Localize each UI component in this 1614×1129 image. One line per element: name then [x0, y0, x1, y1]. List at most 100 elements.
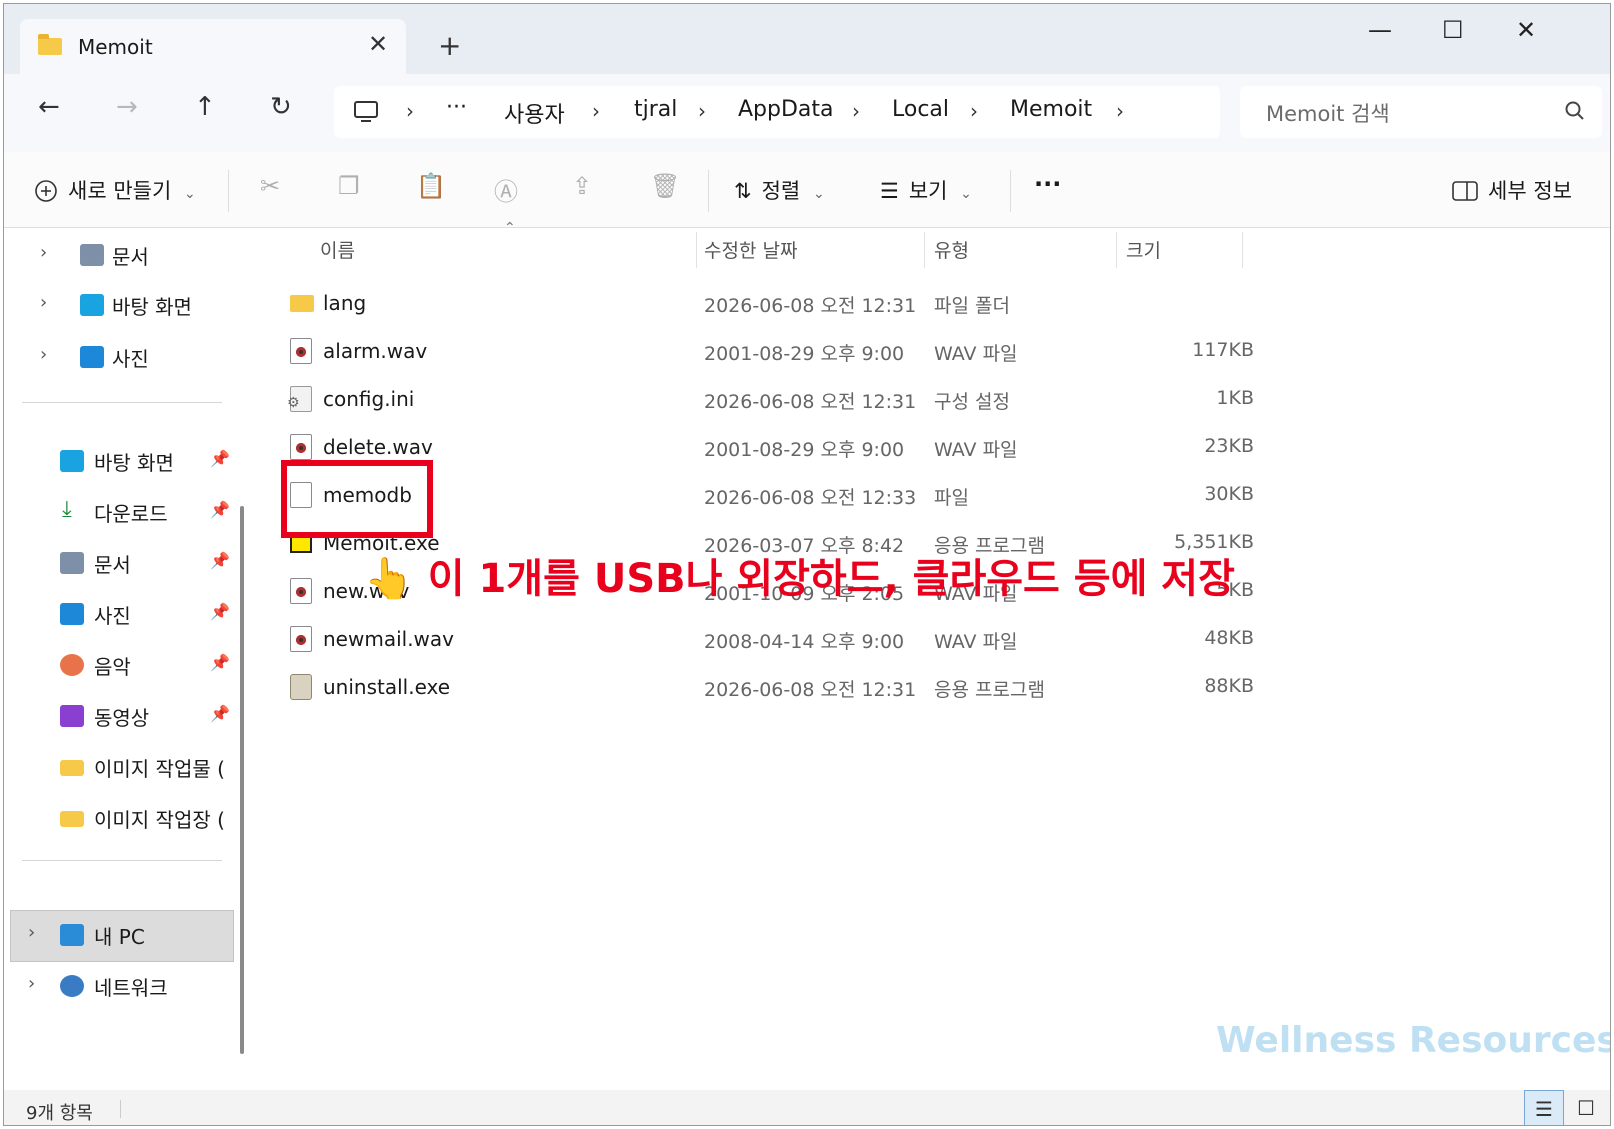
column-header-size[interactable]: 크기: [1126, 236, 1161, 263]
breadcrumb-ellipsis[interactable]: ···: [446, 95, 467, 120]
breadcrumb-appdata[interactable]: AppData: [738, 97, 834, 122]
sidebar-item-label: 이미지 작업장 (: [94, 808, 225, 832]
sidebar-item-music[interactable]: 음악 📌: [60, 646, 240, 686]
sidebar-item-pictures[interactable]: 사진 📌: [60, 595, 240, 635]
chevron-right-icon: ›: [28, 973, 36, 994]
sidebar-item-image-work-2[interactable]: 이미지 작업장 (: [60, 799, 230, 839]
file-name: delete.wav: [323, 435, 433, 459]
toolbar-divider: [1010, 170, 1011, 212]
command-bar: 새로 만들기 ⌄ ✂ ❐ 📋 Ⓐ ⇪ 🗑 ⇅ 정렬 ⌄ ☰ 보기 ⌄ ··· 세부 …: [4, 152, 1610, 228]
up-button[interactable]: ↑: [194, 92, 216, 122]
breadcrumb-user[interactable]: tjral: [634, 97, 677, 122]
chevron-down-icon: ⌄: [812, 186, 825, 202]
sidebar-item-this-pc[interactable]: › 내 PC: [28, 916, 228, 956]
search-box[interactable]: Memoit 검색: [1240, 86, 1602, 138]
pin-icon[interactable]: 📌: [210, 602, 230, 621]
file-name: lang: [323, 291, 367, 315]
sidebar-scrollbar[interactable]: [240, 506, 244, 1054]
tab-title: Memoit: [78, 35, 153, 59]
details-button[interactable]: 세부 정보: [1452, 175, 1572, 205]
column-header-date[interactable]: 수정한 날짜: [704, 236, 797, 263]
column-divider[interactable]: [1242, 232, 1243, 268]
file-row-lang[interactable]: lang 2026-06-08 오전 12:31 파일 폴더: [286, 282, 1286, 326]
details-pane-icon: [1452, 181, 1478, 201]
sidebar-item-network[interactable]: › 네트워크: [28, 967, 228, 1007]
network-icon: [60, 975, 84, 997]
breadcrumb-local[interactable]: Local: [892, 97, 949, 122]
sort-button-label: 정렬: [761, 179, 801, 203]
installer-icon: [290, 674, 312, 700]
tiles-view-icon: ☐: [1577, 1096, 1595, 1120]
pin-icon[interactable]: 📌: [210, 500, 230, 519]
paste-icon[interactable]: 📋: [416, 172, 446, 200]
file-row-memodb[interactable]: memodb 2026-06-08 오전 12:33 파일 30KB: [286, 474, 1286, 518]
new-tab-button[interactable]: +: [438, 29, 461, 62]
sort-button[interactable]: ⇅ 정렬 ⌄: [734, 175, 825, 205]
file-row-config-ini[interactable]: config.ini 2026-06-08 오전 12:31 구성 설정 1KB: [286, 378, 1286, 422]
cut-icon[interactable]: ✂: [260, 172, 280, 200]
chevron-right-icon: ›: [970, 99, 978, 123]
sidebar-item-pictures-top[interactable]: › 사진: [40, 338, 240, 378]
sidebar-item-desktop[interactable]: 바탕 화면 📌: [60, 442, 240, 482]
column-divider[interactable]: [924, 232, 925, 268]
sidebar-item-label: 내 PC: [94, 925, 145, 949]
sidebar-item-videos[interactable]: 동영상 📌: [60, 697, 240, 737]
breadcrumb-users[interactable]: 사용자: [504, 97, 565, 129]
view-button[interactable]: ☰ 보기 ⌄: [880, 175, 972, 205]
column-divider[interactable]: [696, 232, 697, 268]
sidebar-item-label: 음악: [94, 655, 131, 679]
column-header-name[interactable]: 이름: [320, 236, 355, 263]
share-icon[interactable]: ⇪: [572, 172, 592, 200]
rename-icon[interactable]: Ⓐ: [494, 172, 518, 207]
sidebar-item-image-work-1[interactable]: 이미지 작업물 (: [60, 748, 230, 788]
search-icon: [1565, 101, 1584, 120]
new-button[interactable]: 새로 만들기 ⌄: [34, 175, 196, 205]
chevron-right-icon: ›: [698, 99, 706, 123]
details-view-button[interactable]: ☰: [1524, 1090, 1564, 1125]
sidebar-item-desktop-top[interactable]: › 바탕 화면: [40, 286, 240, 326]
pin-icon[interactable]: 📌: [210, 653, 230, 672]
file-name: alarm.wav: [323, 339, 428, 363]
file-row-delete-wav[interactable]: delete.wav 2001-08-29 오후 9:00 WAV 파일 23K…: [286, 426, 1286, 470]
breadcrumb-memoit[interactable]: Memoit: [1010, 97, 1092, 122]
chevron-right-icon[interactable]: ›: [1116, 99, 1124, 123]
computer-icon: [354, 101, 378, 122]
column-header-type[interactable]: 유형: [934, 236, 969, 263]
pin-icon[interactable]: 📌: [210, 551, 230, 570]
maximize-button[interactable]: ☐: [1442, 16, 1464, 44]
annotation-text: 이 1개를 USB나 외장하드, 클라우드 등에 저장: [427, 556, 1235, 602]
pin-icon[interactable]: 📌: [210, 704, 230, 723]
tab-memoit[interactable]: Memoit ✕: [20, 19, 406, 75]
file-row-alarm-wav[interactable]: alarm.wav 2001-08-29 오후 9:00 WAV 파일 117K…: [286, 330, 1286, 374]
chevron-down-icon: ⌄: [183, 186, 196, 202]
sidebar-item-label: 네트워크: [94, 976, 168, 1000]
forward-button[interactable]: →: [116, 92, 138, 122]
refresh-button[interactable]: ↻: [270, 92, 292, 122]
sidebar-item-documents[interactable]: 문서 📌: [60, 544, 240, 584]
close-window-button[interactable]: ✕: [1516, 16, 1536, 44]
more-options-button[interactable]: ···: [1034, 170, 1061, 198]
sidebar-item-label: 이미지 작업물 (: [94, 757, 225, 781]
pin-icon[interactable]: 📌: [210, 449, 230, 468]
minimize-button[interactable]: —: [1368, 16, 1392, 44]
chevron-right-icon: ›: [406, 99, 414, 123]
video-icon: [60, 705, 84, 727]
copy-icon[interactable]: ❐: [338, 172, 360, 200]
address-bar[interactable]: › ··· 사용자 › tjral › AppData › Local › Me…: [334, 86, 1220, 138]
sidebar-item-downloads[interactable]: ⤓ 다운로드 📌: [60, 493, 240, 533]
back-button[interactable]: ←: [38, 92, 60, 122]
toolbar-divider: [228, 170, 229, 212]
tiles-view-button[interactable]: ☐: [1566, 1090, 1606, 1125]
tab-close-icon[interactable]: ✕: [368, 30, 388, 58]
status-divider: [120, 1100, 121, 1118]
file-date: 2026-06-08 오전 12:31: [704, 295, 917, 317]
delete-icon[interactable]: 🗑: [650, 172, 680, 200]
file-row-newmail-wav[interactable]: newmail.wav 2008-04-14 오후 9:00 WAV 파일 48…: [286, 618, 1286, 662]
sidebar-item-documents-top[interactable]: › 문서: [40, 236, 240, 276]
file-date: 2026-06-08 오전 12:31: [704, 679, 917, 701]
file-row-uninstall-exe[interactable]: uninstall.exe 2026-06-08 오전 12:31 응용 프로그…: [286, 666, 1286, 710]
navigation-bar: ← → ↑ ↻ › ··· 사용자 › tjral › AppData › Lo…: [4, 74, 1610, 152]
column-divider[interactable]: [1116, 232, 1117, 268]
file-name: newmail.wav: [323, 627, 454, 651]
sidebar-item-label: 문서: [94, 553, 131, 577]
